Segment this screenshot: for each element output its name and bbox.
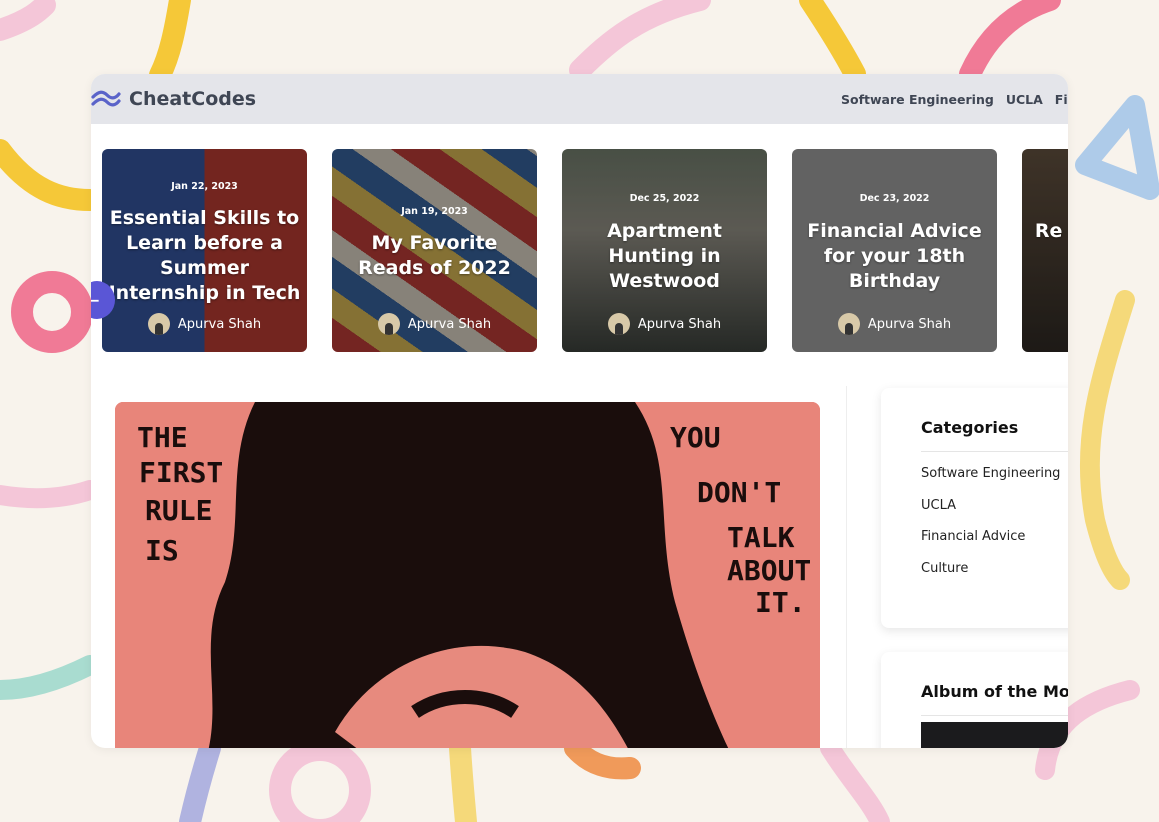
- album-thumbnail[interactable]: [921, 722, 1068, 748]
- category-link[interactable]: Culture: [921, 559, 1068, 591]
- poster-artwork: THE FIRST RULE IS YOU DON'T TALK ABOUT I…: [115, 402, 820, 748]
- post-author: Apurva Shah: [102, 313, 307, 335]
- poster-text-line: IT.: [755, 586, 806, 619]
- arrow-left-icon: ←: [91, 288, 100, 312]
- post-date: Jan 22, 2023: [171, 181, 238, 192]
- post-date: Jan 19, 2023: [401, 206, 468, 217]
- post-card[interactable]: Jan 19, 2023 My Favorite Reads of 2022 A…: [332, 149, 537, 352]
- author-name: Apurva Shah: [867, 316, 952, 332]
- logo[interactable]: CheatCodes: [91, 88, 256, 110]
- avatar: [147, 313, 170, 335]
- post-title: Apartment Hunting in Westwood: [607, 220, 722, 292]
- category-link[interactable]: UCLA: [921, 496, 1068, 528]
- content-divider: [846, 386, 847, 748]
- post-date: Dec 23, 2022: [859, 193, 930, 204]
- author-name: Apurva Shah: [637, 316, 722, 332]
- poster-text-line: THE: [137, 421, 188, 454]
- poster-text-line: TALK: [727, 521, 795, 554]
- avatar: [837, 313, 860, 335]
- post-author: Apurva Shah: [562, 313, 767, 335]
- album-title: Album of the Mont: [921, 682, 1068, 716]
- poster-text-line: DON'T: [697, 476, 781, 509]
- poster-text-line: FIRST: [139, 456, 223, 489]
- post-author: Apurva Shah: [792, 313, 997, 335]
- featured-post-image[interactable]: THE FIRST RULE IS YOU DON'T TALK ABOUT I…: [115, 402, 820, 748]
- post-title: My Favorite Reads of 2022: [358, 232, 511, 279]
- author-name: Apurva Shah: [407, 316, 492, 332]
- post-card[interactable]: Dec 23, 2022 Financial Advice for your 1…: [792, 149, 997, 352]
- categories-panel: Categories Software Engineering UCLA Fin…: [881, 388, 1068, 628]
- avatar: [607, 313, 630, 335]
- navbar: CheatCodes Software Engineering UCLA Fin…: [91, 74, 1068, 124]
- post-author: Apurva Shah: [332, 313, 537, 335]
- poster-text-line: RULE: [145, 494, 212, 527]
- nav-link-ucla[interactable]: UCLA: [1006, 92, 1043, 107]
- avatar: [377, 313, 400, 335]
- post-card[interactable]: Dec 25, 2022 Apartment Hunting in Westwo…: [562, 149, 767, 352]
- post-card[interactable]: Re E: [1022, 149, 1068, 352]
- poster-text-line: YOU: [670, 421, 721, 454]
- post-carousel: Jan 22, 2023 Essential Skills to Learn b…: [91, 124, 1068, 374]
- poster-text-line: IS: [145, 534, 179, 567]
- categories-list: Software Engineering UCLA Financial Advi…: [921, 464, 1068, 590]
- nav-links: Software Engineering UCLA Finan: [841, 74, 1068, 124]
- category-link[interactable]: Financial Advice: [921, 527, 1068, 559]
- post-title: Essential Skills to Learn before a Summe…: [108, 207, 301, 304]
- category-link[interactable]: Software Engineering: [921, 464, 1068, 496]
- brand-name: CheatCodes: [129, 88, 257, 110]
- post-title: Financial Advice for your 18th Birthday: [807, 220, 982, 292]
- nav-link-financial-advice[interactable]: Finan: [1055, 92, 1068, 107]
- post-title: Re E: [1034, 220, 1068, 242]
- categories-title: Categories: [921, 418, 1068, 452]
- nav-link-software-engineering[interactable]: Software Engineering: [841, 92, 994, 107]
- album-panel: Album of the Mont: [881, 652, 1068, 748]
- wave-logo-icon: [91, 90, 121, 107]
- author-name: Apurva Shah: [177, 316, 262, 332]
- post-date: Dec 25, 2022: [629, 193, 700, 204]
- browser-window: CheatCodes Software Engineering UCLA Fin…: [91, 74, 1068, 748]
- post-card[interactable]: Jan 22, 2023 Essential Skills to Learn b…: [102, 149, 307, 352]
- poster-text-line: ABOUT: [727, 554, 811, 587]
